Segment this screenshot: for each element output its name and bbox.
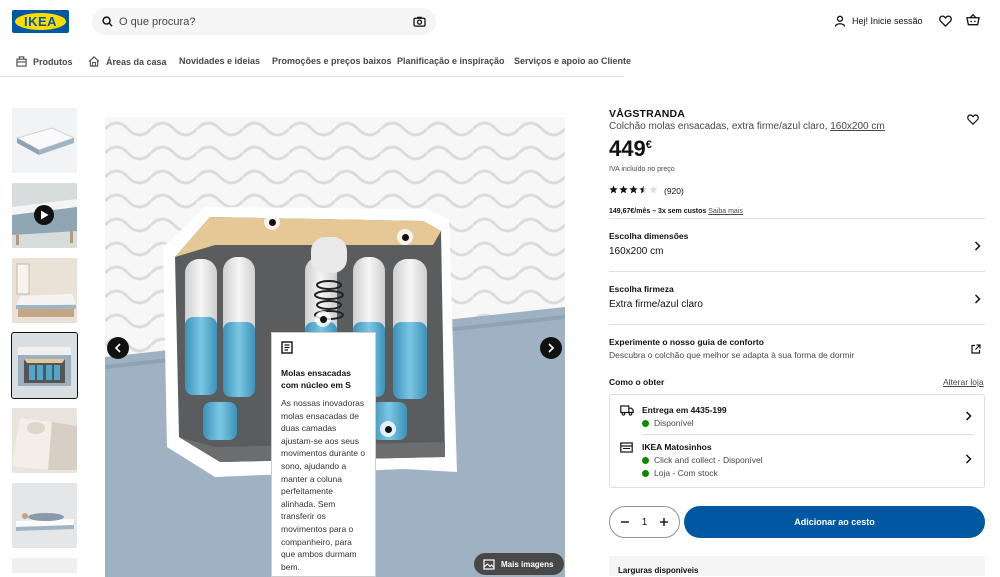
in-stock-dot — [642, 469, 649, 477]
widths-available-bar[interactable]: Larguras disponíveis — [609, 556, 985, 576]
vat-note: IVA incluído no preço — [609, 166, 675, 173]
next-image-button[interactable] — [540, 337, 562, 359]
delivery-options: Entrega em 4435-199 Disponível IKEA Mato… — [609, 394, 985, 488]
hotspot-2[interactable] — [397, 229, 413, 245]
chevron-right-icon — [974, 294, 981, 304]
add-to-cart-button[interactable]: Adicionar ao cesto — [684, 506, 985, 538]
document-icon — [281, 341, 293, 354]
header: IKEA Hej! Inicie sessão — [0, 0, 1000, 44]
nav-item-planificacao[interactable]: Planificação e inspiração — [397, 56, 505, 66]
hotspot-1[interactable] — [264, 214, 280, 230]
product-name: VÅGSTRANDA — [609, 108, 686, 120]
nav-item-produtos[interactable]: Produtos — [16, 56, 73, 67]
store-icon — [620, 442, 633, 453]
chevron-right-icon — [965, 454, 972, 464]
chevron-right-icon — [974, 241, 981, 251]
quantity-value[interactable]: 1 — [642, 517, 648, 528]
camera-icon[interactable] — [413, 16, 426, 27]
chevron-right-icon — [548, 343, 555, 353]
thumbnail-1[interactable] — [12, 108, 77, 173]
product-price: 449€ — [609, 136, 652, 161]
quantity-stepper[interactable]: 1 — [609, 506, 680, 538]
home-icon — [88, 56, 100, 67]
truck-icon — [620, 405, 634, 416]
product-description: Colchão molas ensacadas, extra firme/azu… — [609, 121, 885, 132]
store-row[interactable]: IKEA Matosinhos Click and collect - Disp… — [620, 442, 975, 478]
change-store-link[interactable]: Alterar loja — [943, 377, 984, 387]
thumbnail-4-selected[interactable] — [11, 332, 78, 399]
thumbnail-6[interactable] — [12, 483, 77, 548]
nav-item-novidades[interactable]: Novidades e ideias — [179, 56, 260, 66]
heart-icon[interactable] — [939, 15, 952, 27]
nav-item-areas[interactable]: Áreas da casa — [88, 56, 167, 67]
thumbnail-3[interactable] — [12, 258, 77, 323]
callout-title: Molas ensacadas com núcleo em S — [281, 368, 351, 390]
nav-item-servicos[interactable]: Serviços e apoio ao Cliente — [514, 56, 631, 66]
star-icon — [609, 185, 618, 194]
available-dot — [642, 456, 649, 464]
size-value: 160x200 cm — [609, 246, 664, 257]
size-selector[interactable]: Escolha dimensões 160x200 cm — [609, 218, 985, 271]
rating-stars — [609, 185, 659, 196]
hotspot-3-active[interactable] — [315, 311, 331, 327]
nav-item-promocoes[interactable]: Promoções e preços baixos — [272, 56, 392, 66]
external-link-icon — [971, 344, 981, 354]
thumbnail-5[interactable] — [12, 408, 77, 473]
thumbnail-2-video[interactable] — [12, 183, 77, 248]
search-icon — [102, 16, 113, 27]
login-link[interactable]: Hej! Inicie sessão — [834, 13, 923, 29]
star-icon — [619, 185, 628, 194]
chevron-right-icon — [965, 411, 972, 421]
plus-icon[interactable] — [659, 517, 669, 527]
star-icon — [629, 185, 638, 194]
firmness-selector[interactable]: Escolha firmeza Extra firme/azul claro — [609, 271, 985, 324]
rating[interactable]: (920) — [609, 185, 985, 196]
more-images-button[interactable]: Mais imagens — [474, 553, 564, 575]
firmness-value: Extra firme/azul claro — [609, 299, 703, 310]
product-info: VÅGSTRANDA Colchão molas ensacadas, extr… — [609, 108, 985, 215]
installment-info: 149,67€/mês – 3x sem custos Saiba mais — [609, 208, 743, 215]
star-icon — [649, 185, 658, 194]
wishlist-heart-icon[interactable] — [967, 114, 979, 125]
prev-image-button[interactable] — [107, 337, 129, 359]
user-icon — [834, 15, 846, 27]
chevron-left-icon — [114, 343, 121, 353]
login-label: Hej! Inicie sessão — [852, 16, 923, 26]
search-bar[interactable] — [92, 8, 436, 35]
ikea-logo[interactable]: IKEA — [12, 10, 69, 33]
learn-more-link[interactable]: Saiba mais — [708, 208, 743, 215]
star-icon — [639, 185, 648, 194]
products-icon — [16, 56, 27, 67]
size-link[interactable]: 160x200 cm — [830, 121, 884, 132]
comfort-guide-link[interactable]: Experimente o nosso guia de conforto Des… — [609, 324, 985, 370]
available-dot — [642, 419, 649, 427]
rating-count: (920) — [664, 185, 684, 196]
hotspot-4[interactable] — [380, 421, 396, 437]
minus-icon[interactable] — [620, 517, 630, 527]
comfort-guide-text: Descubra o colchão que melhor se adapta … — [609, 350, 855, 360]
how-to-get-heading: Como o obter — [609, 377, 665, 387]
images-icon — [483, 558, 495, 570]
delivery-row[interactable]: Entrega em 4435-199 Disponível — [620, 405, 975, 428]
feature-callout: Molas ensacadas com núcleo em S As nossa… — [271, 332, 376, 577]
callout-text: As nossas inovadoras molas ensacadas de … — [281, 398, 366, 572]
search-input[interactable] — [119, 8, 399, 35]
cart-icon[interactable] — [966, 14, 980, 27]
main-nav: Produtos Áreas da casa Novidades e ideia… — [0, 51, 631, 77]
